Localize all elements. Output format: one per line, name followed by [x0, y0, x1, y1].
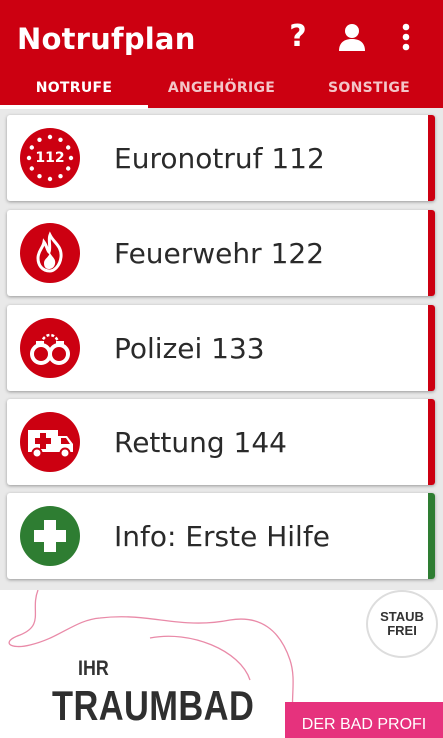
tab-sonstige[interactable]: SONSTIGE: [295, 70, 443, 105]
tab-indicator: [0, 105, 148, 109]
euro-stars-112-icon: 112: [20, 128, 80, 188]
person-icon[interactable]: [337, 22, 367, 52]
euro-112-text: 112: [35, 150, 65, 166]
tab-bar: NOTRUFE ANGEHÖRIGE SONSTIGE: [0, 70, 443, 109]
card-polizei[interactable]: Polizei 133: [7, 305, 435, 391]
card-accent-stripe: [428, 210, 435, 296]
card-label: Feuerwehr 122: [114, 236, 325, 270]
ad-badge-staubfrei: STAUB FREI: [366, 590, 438, 658]
tab-notrufe[interactable]: NOTRUFE: [0, 70, 148, 105]
ad-badge-line2: FREI: [387, 623, 417, 638]
card-erste-hilfe[interactable]: Info: Erste Hilfe: [7, 493, 435, 579]
card-label: Polizei 133: [114, 331, 265, 365]
card-label: Euronotruf 112: [114, 141, 325, 175]
card-feuerwehr[interactable]: Feuerwehr 122: [7, 210, 435, 296]
ad-banner[interactable]: IHR TRAUMBAD STAUB FREI DER BAD PROFI: [0, 590, 443, 738]
more-vert-icon[interactable]: [396, 22, 416, 52]
card-label: Info: Erste Hilfe: [114, 519, 330, 553]
ambulance-icon: [20, 412, 80, 472]
handcuffs-icon: [20, 318, 80, 378]
tab-angehoerige[interactable]: ANGEHÖRIGE: [148, 70, 295, 105]
card-euronotruf[interactable]: 112 Euronotruf 112: [7, 115, 435, 201]
app-bar: Notrufplan ? NOTRUFE ANGEHÖRIGE SONSTIGE: [0, 0, 443, 109]
app-title: Notrufplan: [17, 22, 196, 56]
card-label: Rettung 144: [114, 425, 287, 459]
ad-badge-line1: STAUB: [380, 609, 424, 624]
help-icon[interactable]: ?: [285, 22, 311, 52]
card-accent-stripe: [428, 115, 435, 201]
first-aid-cross-icon: [20, 506, 80, 566]
card-rettung[interactable]: Rettung 144: [7, 399, 435, 485]
card-accent-stripe: [428, 399, 435, 485]
ad-brand-box: DER BAD PROFI: [285, 702, 443, 738]
ad-headline-small: IHR: [78, 657, 109, 680]
card-accent-stripe: [428, 305, 435, 391]
ad-headline-large: TRAUMBAD: [52, 682, 255, 729]
fire-icon: [20, 223, 80, 283]
card-accent-stripe: [428, 493, 435, 579]
ad-brand-label: DER BAD PROFI: [301, 716, 427, 733]
